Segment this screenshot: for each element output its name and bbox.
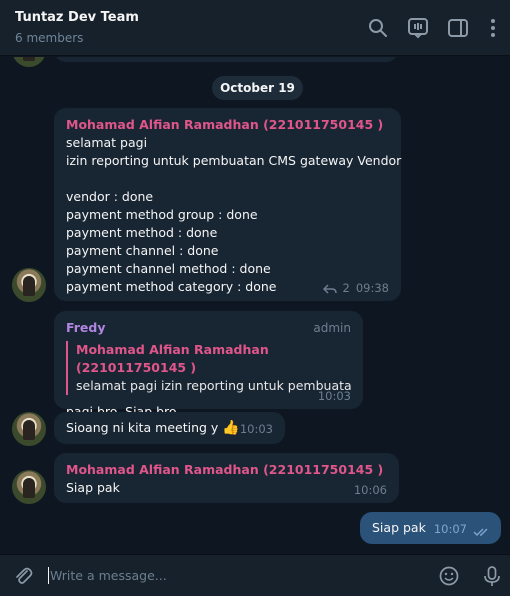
- message-input[interactable]: Write a message...: [50, 568, 167, 583]
- message-time: 10:03: [317, 389, 351, 403]
- avatar[interactable]: [12, 412, 46, 446]
- message-line: payment method group : done: [66, 207, 258, 222]
- message-meta: 2 09:38: [322, 279, 389, 297]
- message-line: vendor : done: [66, 189, 154, 204]
- sidebar-toggle-icon[interactable]: [446, 16, 470, 40]
- message-bubble[interactable]: Sioang ni kita meeting y 👍 10:03: [54, 412, 285, 444]
- message-text: Sioang ni kita meeting y: [66, 420, 219, 435]
- message-bubble[interactable]: Fredy admin Mohamad Alfian Ramadhan (221…: [54, 311, 363, 419]
- message-line: payment channel method : done: [66, 261, 271, 276]
- message-composer: Write a message...: [0, 554, 510, 596]
- chat-header[interactable]: Tuntaz Dev Team 6 members: [0, 0, 510, 56]
- message-text: Siap pak: [66, 480, 120, 495]
- emoji-icon[interactable]: [438, 565, 460, 587]
- avatar[interactable]: [12, 470, 46, 504]
- double-check-icon: [473, 524, 491, 536]
- sender-name[interactable]: Mohamad Alfian Ramadhan (221011750145 ): [66, 116, 389, 134]
- reply-count[interactable]: 2: [343, 279, 350, 297]
- message-line: payment channel : done: [66, 243, 219, 258]
- reply-quote[interactable]: Mohamad Alfian Ramadhan (221011750145 ) …: [66, 341, 351, 395]
- message-bubble[interactable]: Mohamad Alfian Ramadhan (221011750145 ) …: [54, 453, 399, 503]
- more-menu-icon[interactable]: [481, 16, 505, 40]
- outgoing-message-bubble[interactable]: Siap pak 10:07: [360, 512, 501, 544]
- sender-name[interactable]: Mohamad Alfian Ramadhan (221011750145 ): [66, 461, 387, 479]
- date-separator: October 19: [212, 76, 303, 100]
- message-line: selamat pagi: [66, 135, 148, 150]
- message-time: 10:06: [353, 483, 387, 497]
- live-stream-icon[interactable]: [406, 16, 430, 40]
- avatar[interactable]: [12, 57, 46, 67]
- message-bubble[interactable]: Mohamad Alfian Ramadhan (221011750145 ) …: [54, 108, 401, 301]
- message-time: 10:07: [433, 522, 467, 536]
- chat-title[interactable]: Tuntaz Dev Team: [15, 10, 139, 25]
- message-time: 09:38: [355, 281, 389, 295]
- admin-badge: admin: [313, 321, 351, 335]
- avatar[interactable]: [12, 268, 46, 302]
- message-text: Siap pak: [372, 520, 426, 535]
- search-icon[interactable]: [366, 16, 390, 40]
- thumbs-up-emoji: 👍: [222, 420, 240, 436]
- attach-icon[interactable]: [12, 565, 34, 587]
- reply-icon[interactable]: [322, 282, 337, 294]
- message-time: 10:03: [239, 422, 273, 436]
- text-cursor: [48, 567, 49, 584]
- member-count[interactable]: 6 members: [15, 31, 83, 45]
- previous-message-bubble[interactable]: [54, 57, 398, 62]
- message-list[interactable]: October 19 Mohamad Alfian Ramadhan (2210…: [0, 57, 510, 553]
- quote-sender: Mohamad Alfian Ramadhan (221011750145 ): [76, 342, 269, 375]
- message-line: [66, 170, 389, 188]
- message-line: izin reporting untuk pembuatan CMS gatew…: [66, 153, 402, 168]
- message-meta: 10:07: [434, 520, 491, 538]
- sender-name[interactable]: Fredy: [66, 319, 351, 337]
- message-line: payment method : done: [66, 225, 218, 240]
- quote-text: selamat pagi izin reporting untuk pembua…: [76, 378, 351, 393]
- microphone-icon[interactable]: [481, 565, 503, 587]
